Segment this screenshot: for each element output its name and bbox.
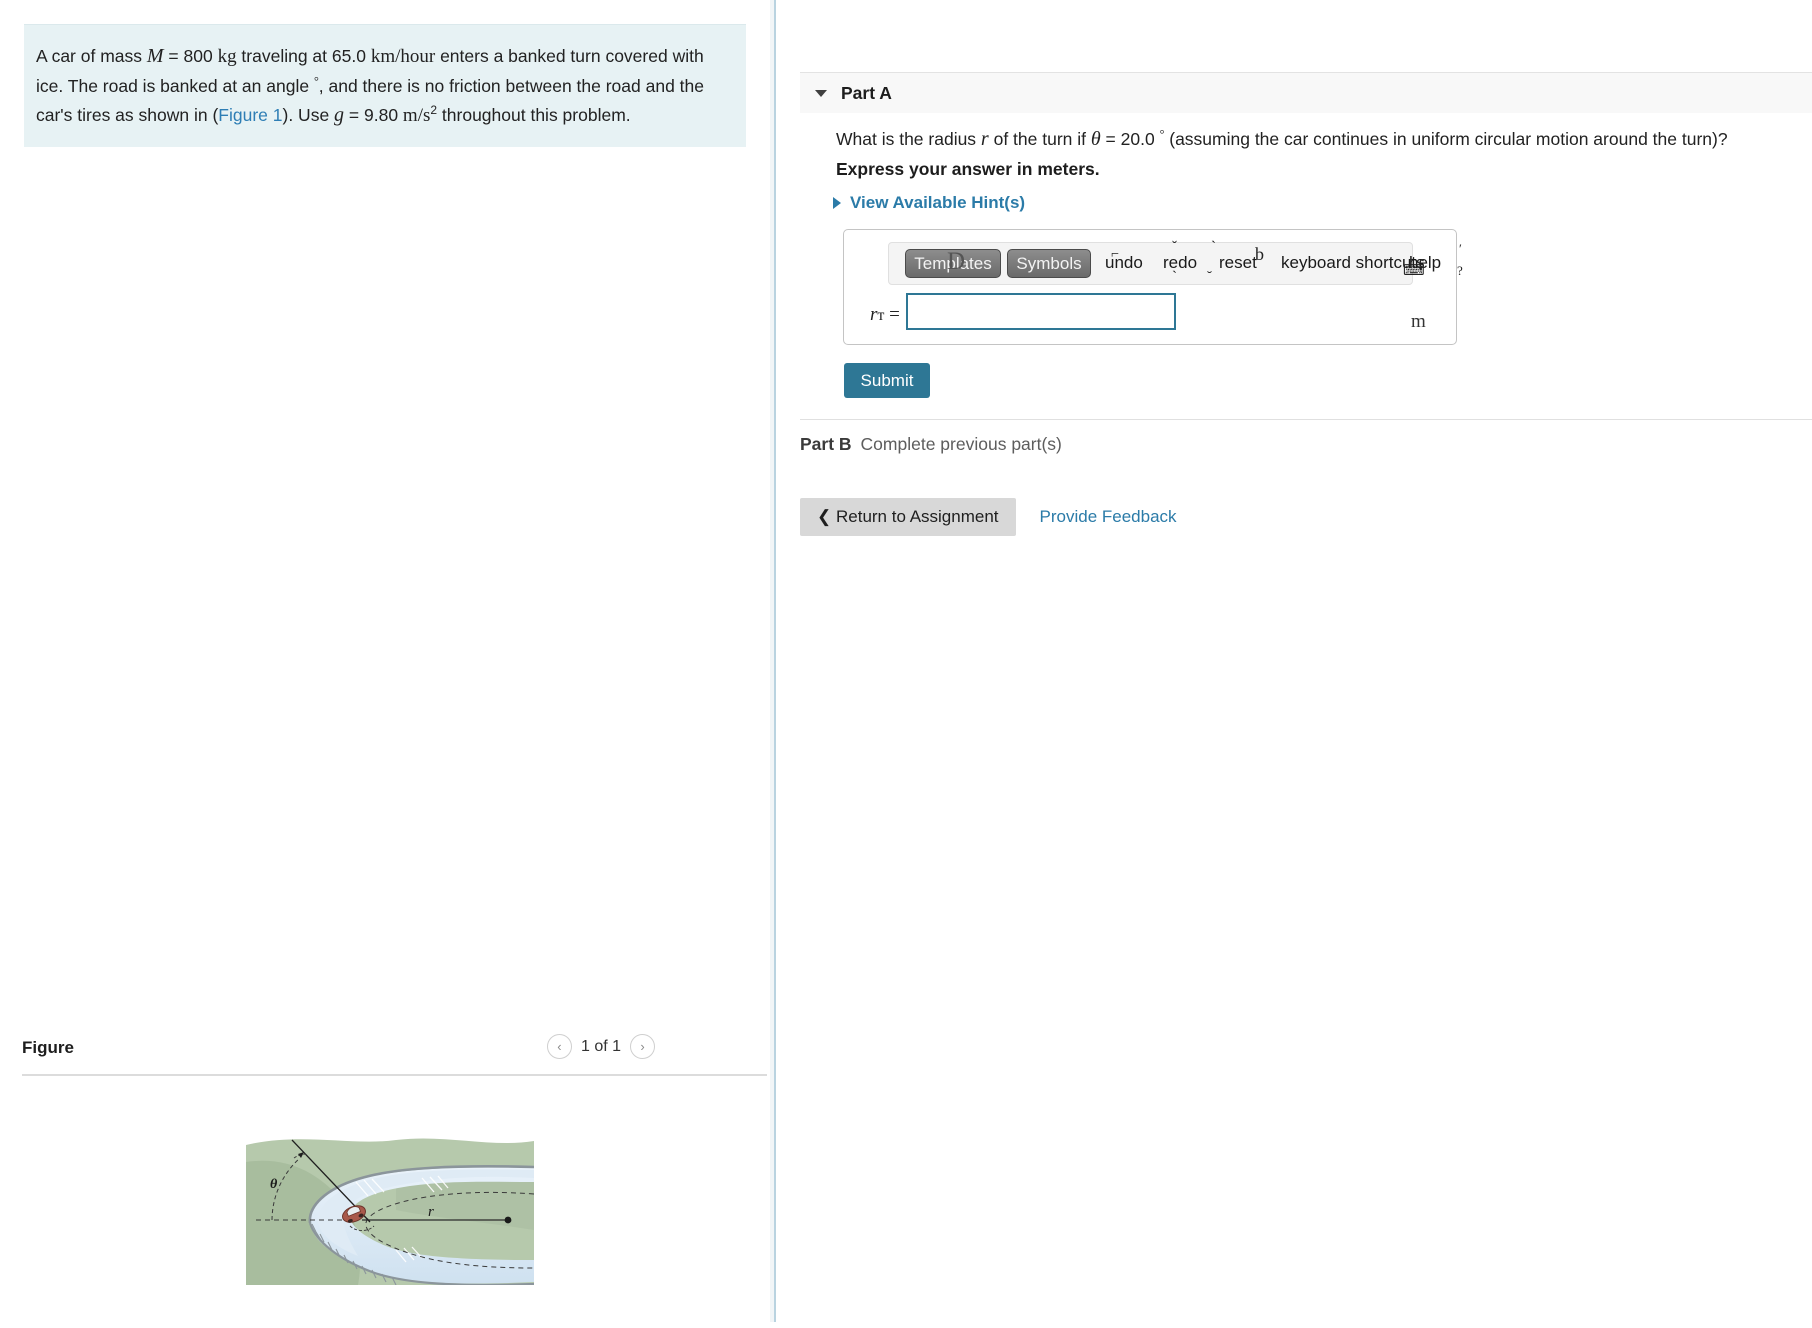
answer-unit-label: m <box>1411 311 1426 332</box>
question-text-1: What is the radius <box>836 128 981 149</box>
question-text-2: of the turn if <box>988 128 1091 149</box>
part-b-label: Part B <box>800 434 852 454</box>
answer-label-artifact: т <box>877 307 885 324</box>
problem-text-c: traveling at 65.0 <box>236 46 371 66</box>
provide-feedback-link[interactable]: Provide Feedback <box>1040 507 1177 527</box>
part-b-top-rule <box>800 419 1812 420</box>
problem-text-a: A car of mass <box>36 46 147 66</box>
figure-image-banked-turn: θ r <box>246 1110 534 1285</box>
problem-statement-box: A car of mass M = 800 kg traveling at 65… <box>24 24 746 147</box>
figure-prev-button[interactable]: ‹ <box>546 1034 572 1059</box>
artifact-glyph-reset-low: ˘ <box>1207 269 1212 285</box>
question-text-3: = 20.0 <box>1100 128 1160 149</box>
problem-text-h: throughout this problem. <box>437 104 631 125</box>
figure-block: Figure ‹ 1 of 1 › θ r <box>22 1030 767 1285</box>
artifact-glyph-reset-tick: ˋ <box>1211 239 1216 255</box>
problem-var-gravity: g <box>334 103 345 126</box>
return-to-assignment-button[interactable]: ❮ Return to Assignment <box>800 498 1016 536</box>
keyboard-shortcuts-button[interactable]: keyboard shortcuts <box>1281 253 1425 273</box>
figure-radius-label: r <box>428 1204 434 1220</box>
problem-text-b: = 800 <box>163 46 218 66</box>
submit-button[interactable]: Submit <box>844 363 930 398</box>
return-to-assignment-label: Return to Assignment <box>835 507 999 526</box>
express-answer-instruction: Express your answer in meters. <box>836 159 1100 179</box>
figure-title: Figure <box>22 1038 74 1057</box>
templates-button[interactable]: Templates <box>905 249 1001 278</box>
part-b-row: Part B Complete previous part(s) <box>800 434 1062 455</box>
undo-button[interactable]: undo <box>1105 253 1143 273</box>
problem-text-f: ). Use <box>282 104 335 125</box>
figure-pager: ‹ 1 of 1 › <box>546 1034 655 1059</box>
view-hints-toggle[interactable]: View Available Hint(s) <box>833 193 1025 213</box>
bottom-action-row: ❮ Return to Assignment Provide Feedback <box>800 498 1177 536</box>
part-a-question: What is the radius r of the turn if θ = … <box>836 127 1728 151</box>
answer-entry-box: Templates Symbols undo redo reset keyboa… <box>843 229 1463 345</box>
chevron-left-icon: ❮ <box>817 507 832 526</box>
view-hints-label: View Available Hint(s) <box>850 193 1026 212</box>
problem-unit-kg: kg <box>217 46 237 67</box>
figure-1-link[interactable]: Figure 1 <box>218 105 282 125</box>
question-var-theta: θ <box>1090 127 1101 150</box>
problem-var-mass: M <box>146 45 164 67</box>
part-a-label: Part A <box>841 82 892 103</box>
figure-theta-label: θ <box>270 1177 278 1192</box>
figure-divider <box>22 1074 767 1076</box>
problem-statement-text: A car of mass M = 800 kg traveling at 65… <box>36 41 734 131</box>
part-b-status: Complete previous part(s) <box>860 434 1062 454</box>
caret-right-icon <box>833 197 841 209</box>
reset-button[interactable]: reset <box>1219 253 1257 273</box>
page-root: A car of mass M = 800 kg traveling at 65… <box>0 0 1812 1328</box>
problem-text-g: = 9.80 <box>344 104 403 125</box>
question-text-4: (assuming the car continues in uniform c… <box>1164 128 1728 149</box>
question-var-r: r <box>980 127 989 150</box>
caret-down-icon[interactable] <box>815 89 827 97</box>
help-button[interactable]: help <box>1409 253 1441 273</box>
answer-equals-sign: = <box>889 304 900 325</box>
left-pane: A car of mass M = 800 kg traveling at 65… <box>0 0 770 1328</box>
answer-input-row: rт = <box>844 290 1458 338</box>
figure-page-label: 1 of 1 <box>580 1037 621 1055</box>
right-pane: Part A What is the radius r of the turn … <box>786 0 1812 1328</box>
figure-header: Figure ‹ 1 of 1 › <box>22 1030 767 1074</box>
part-a-header[interactable]: Part A <box>800 73 1812 113</box>
problem-unit-kmh: km/hour <box>370 46 436 67</box>
answer-input[interactable] <box>906 293 1176 330</box>
problem-unit-ms: m/s <box>402 104 431 126</box>
math-editor-toolbar: Templates Symbols undo redo reset keyboa… <box>888 239 1463 285</box>
redo-button[interactable]: redo <box>1163 253 1197 273</box>
pane-divider[interactable] <box>774 0 776 1322</box>
answer-variable-label: rт = <box>870 304 900 326</box>
figure-next-button[interactable]: › <box>630 1034 655 1059</box>
symbols-button[interactable]: Symbols <box>1007 249 1091 278</box>
